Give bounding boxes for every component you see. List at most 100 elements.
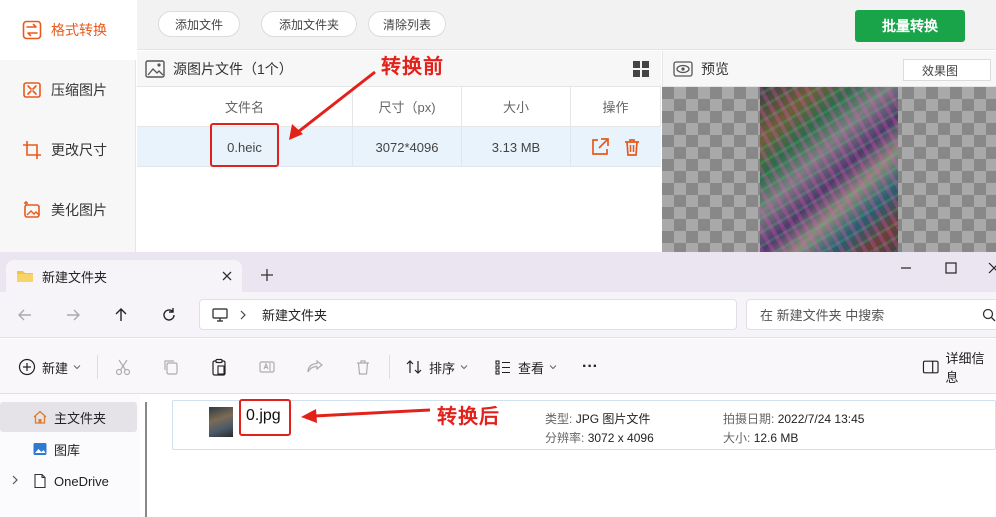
annotation-box-before <box>210 123 279 167</box>
scissors-icon <box>115 359 131 376</box>
sidebar-item-label: 压缩图片 <box>51 82 107 98</box>
maximize-icon[interactable] <box>941 258 961 278</box>
search-input[interactable]: 在 新建文件夹 中搜索 <box>746 299 996 330</box>
annotation-label-before: 转换前 <box>381 56 444 78</box>
copy-button[interactable] <box>162 357 180 377</box>
nav-item-home[interactable]: 主文件夹 <box>0 402 137 432</box>
file-thumbnail <box>209 407 233 437</box>
plus-icon[interactable] <box>258 266 276 284</box>
tab-new-folder[interactable]: 新建文件夹 <box>6 260 242 292</box>
file-date-label: 拍摄日期: <box>723 412 775 426</box>
share-button[interactable] <box>306 357 324 377</box>
trash-icon <box>357 360 369 375</box>
file-resolution-value: 3072 x 4096 <box>587 431 654 445</box>
address-bar: 新建文件夹 在 新建文件夹 中搜索 <box>0 292 996 338</box>
file-date: 拍摄日期: 2022/7/24 13:45 <box>723 410 864 427</box>
add-file-button[interactable]: 添加文件 <box>158 11 240 37</box>
folder-icon <box>17 271 33 282</box>
plus-circle-icon <box>18 358 36 376</box>
file-size-label: 大小: <box>723 431 751 445</box>
trash-icon[interactable] <box>622 137 642 157</box>
sort-button-label: 排序 <box>429 360 456 376</box>
paste-button[interactable] <box>210 357 228 377</box>
preview-mode-select[interactable]: 效果图 <box>903 59 991 81</box>
command-bar: 新建 排序 查看 ··· 详细信息 <box>0 339 996 394</box>
list-view-icon <box>495 360 510 375</box>
delete-button[interactable] <box>354 357 372 377</box>
chevron-down-icon <box>549 365 557 370</box>
converter-sidebar: 格式转换 压缩图片 更改尺寸 美化图片 <box>0 0 136 252</box>
sidebar-item-label: 美化图片 <box>51 202 107 218</box>
new-button[interactable]: 新建 <box>18 357 81 377</box>
batch-convert-button[interactable]: 批量转换 <box>855 10 965 42</box>
close-icon[interactable] <box>219 268 235 284</box>
nav-item-label: 图库 <box>54 442 81 458</box>
file-actions-cell <box>571 127 661 167</box>
explorer-tab-bar: 新建文件夹 <box>0 252 996 292</box>
open-external-icon[interactable] <box>590 137 610 157</box>
home-icon <box>33 410 47 424</box>
view-button-label: 查看 <box>518 360 545 376</box>
tab-label: 新建文件夹 <box>42 269 108 285</box>
file-size-cell: 3.13 MB <box>462 127 571 167</box>
nav-scrollbar[interactable] <box>145 402 147 517</box>
preview-title: 预览 <box>701 60 729 77</box>
preview-image <box>760 87 898 252</box>
more-options-button[interactable]: ··· <box>582 357 598 377</box>
minimize-icon[interactable] <box>896 258 916 278</box>
source-panel-title: 源图片文件（1个） <box>173 60 293 77</box>
file-type-value: JPG 图片文件 <box>575 412 651 426</box>
swap-icon <box>22 20 42 40</box>
refresh-icon[interactable] <box>160 306 178 324</box>
file-resolution: 分辨率: 3072 x 4096 <box>545 429 654 446</box>
preview-panel-header: 预览 效果图 <box>662 51 996 87</box>
file-resolution-label: 分辨率: <box>545 431 585 445</box>
column-header-size: 大小 <box>462 87 571 127</box>
file-size-value: 12.6 MB <box>753 431 799 445</box>
details-pane-button[interactable]: 详细信息 <box>922 351 996 385</box>
column-header-dimensions: 尺寸（px) <box>353 87 462 127</box>
sidebar-item-resize[interactable]: 更改尺寸 <box>0 120 136 180</box>
add-folder-button[interactable]: 添加文件夹 <box>261 11 357 37</box>
sidebar-item-label: 更改尺寸 <box>51 142 107 158</box>
rename-button[interactable] <box>258 357 276 377</box>
nav-item-label: OneDrive <box>54 473 109 489</box>
image-icon <box>145 59 165 78</box>
nav-item-onedrive[interactable]: OneDrive <box>0 466 137 496</box>
view-button[interactable]: 查看 <box>494 357 557 377</box>
chevron-down-icon <box>73 365 81 370</box>
search-icon[interactable] <box>982 308 996 322</box>
back-arrow-icon[interactable] <box>16 306 34 324</box>
file-list-item[interactable]: 0.jpg 类型: JPG 图片文件 分辨率: 3072 x 4096 拍摄日期… <box>172 400 996 450</box>
document-icon <box>34 473 46 489</box>
new-button-label: 新建 <box>42 360 69 376</box>
file-dimensions-cell: 3072*4096 <box>353 127 462 167</box>
address-input[interactable]: 新建文件夹 <box>199 299 737 330</box>
cut-button[interactable] <box>114 357 132 377</box>
gallery-icon <box>33 443 47 455</box>
navigation-pane: 主文件夹 图库 OneDrive <box>0 394 140 517</box>
chevron-right-icon <box>240 310 246 319</box>
details-pane-label: 详细信息 <box>945 351 985 385</box>
forward-arrow-icon[interactable] <box>64 306 82 324</box>
sidebar-item-compress[interactable]: 压缩图片 <box>0 60 136 120</box>
nav-item-gallery[interactable]: 图库 <box>0 434 137 464</box>
sidebar-item-beautify[interactable]: 美化图片 <box>0 180 136 240</box>
up-arrow-icon[interactable] <box>112 306 130 324</box>
window-close-icon[interactable] <box>984 258 996 278</box>
sparkle-image-icon <box>22 200 42 220</box>
sidebar-item-label: 格式转换 <box>51 22 107 38</box>
file-type: 类型: JPG 图片文件 <box>545 410 650 427</box>
chevron-down-icon <box>460 365 468 370</box>
converter-toolbar: 添加文件 添加文件夹 清除列表 批量转换 <box>137 0 996 50</box>
crop-icon <box>22 140 42 160</box>
annotation-label-after: 转换后 <box>437 406 500 428</box>
rename-icon <box>259 361 275 373</box>
sort-button[interactable]: 排序 <box>405 357 468 377</box>
chevron-right-icon[interactable] <box>10 475 20 485</box>
grid-view-icon[interactable] <box>632 60 650 78</box>
column-header-actions: 操作 <box>571 87 661 127</box>
eye-icon <box>673 60 693 77</box>
clear-list-button[interactable]: 清除列表 <box>368 11 446 37</box>
sidebar-item-format-convert[interactable]: 格式转换 <box>0 0 136 60</box>
